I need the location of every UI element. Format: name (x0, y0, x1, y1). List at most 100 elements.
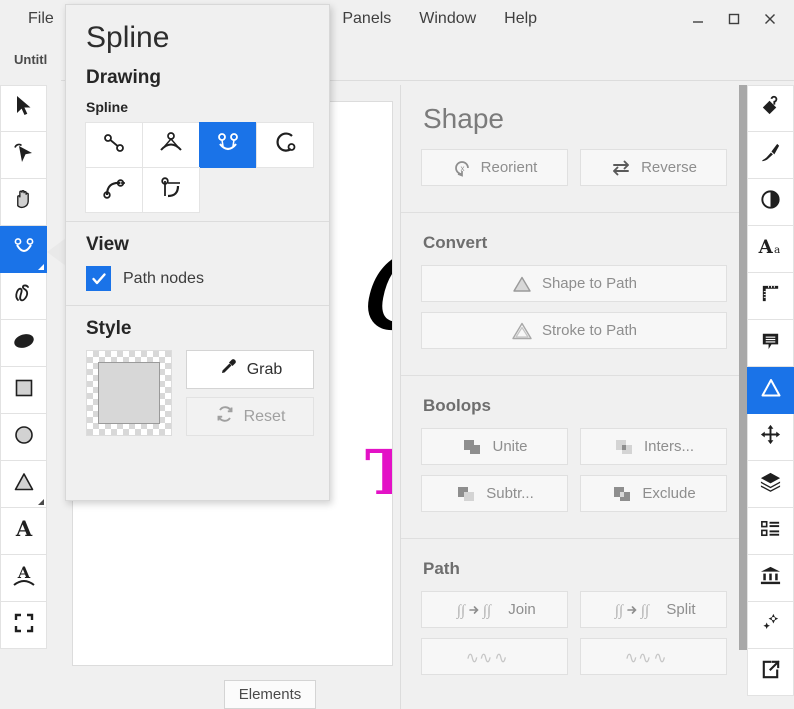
artwork-tagline-text: TA (365, 442, 392, 504)
eyedropper-icon (218, 357, 238, 382)
sidebar-item-comment[interactable] (747, 320, 794, 367)
sidebar-item-transform-move[interactable] (747, 414, 794, 461)
sidebar-item-list[interactable] (747, 508, 794, 555)
sidebar-item-contrast[interactable] (747, 179, 794, 226)
path-extra-left-button[interactable]: ∿∿ ∿ (421, 638, 568, 675)
panel-scrollbar-thumb[interactable] (739, 85, 747, 650)
svg-text:∿: ∿ (494, 650, 507, 666)
sidebar-item-select-tool[interactable] (0, 85, 47, 132)
svg-text:x: x (460, 164, 464, 173)
sidebar-item-freehand-tool[interactable] (0, 273, 47, 320)
svg-text:∿∿: ∿∿ (467, 650, 492, 666)
sidebar-item-layers[interactable] (747, 461, 794, 508)
close-button[interactable] (752, 0, 788, 37)
path-section: Path ∫∫ ∫∫ Join ∫∫ ∫∫ Split ∿∿ ∿ ∿∿ ∿ (401, 538, 747, 701)
brush-icon (759, 141, 782, 169)
spline-mode-peak-node[interactable] (142, 122, 200, 168)
scribble-icon (12, 282, 36, 311)
menu-item-help[interactable]: Help (490, 0, 551, 37)
intersect-button[interactable]: Inters... (580, 428, 727, 465)
split-button[interactable]: ∫∫ ∫∫ Split (580, 591, 727, 628)
grab-label: Grab (246, 360, 283, 378)
circle-icon (12, 423, 36, 452)
reset-button[interactable]: Reset (186, 397, 314, 436)
sidebar-item-ellipse-blob-tool[interactable] (0, 320, 47, 367)
sidebar-item-library[interactable] (747, 555, 794, 602)
submenu-indicator-icon (38, 264, 44, 270)
minimize-button[interactable] (680, 0, 716, 37)
maximize-button[interactable] (716, 0, 752, 37)
reorient-button[interactable]: x Reorient (421, 149, 568, 186)
path-extra-right-button[interactable]: ∿∿ ∿ (580, 638, 727, 675)
sidebar-item-export[interactable] (747, 649, 794, 696)
shape-panel-icon (759, 376, 783, 405)
svg-text:∫∫: ∫∫ (482, 603, 493, 619)
split-label: Split (666, 601, 696, 618)
sidebar-item-ellipse-tool[interactable] (0, 414, 47, 461)
elements-button[interactable]: Elements (224, 680, 316, 709)
reset-label: Reset (243, 407, 286, 425)
sidebar-item-brush[interactable] (747, 132, 794, 179)
reverse-arrows-icon (610, 159, 632, 177)
sidebar-item-fill[interactable] (747, 85, 794, 132)
shape-action-row: x Reorient Reverse (421, 149, 727, 186)
sidebar-item-text-tool[interactable]: A (0, 508, 47, 555)
boolops-row-2: Subtr... Exclude (421, 475, 727, 512)
style-color-swatch[interactable] (86, 350, 172, 436)
stroke-to-path-button[interactable]: Stroke to Path (421, 312, 727, 349)
path-nodes-checkbox-row[interactable]: Path nodes (86, 266, 329, 291)
spline-mode-bezier-handle[interactable] (85, 167, 143, 213)
shape-to-path-button[interactable]: Shape to Path (421, 265, 727, 302)
sidebar-item-spline-tool[interactable] (0, 226, 47, 273)
path-join-icon: ∫∫ ∫∫ (453, 601, 499, 619)
path-nodes-checkbox[interactable] (86, 266, 111, 291)
sidebar-item-polygon-tool[interactable] (0, 461, 47, 508)
document-tab[interactable]: Untitl (0, 37, 62, 81)
menu-item-file[interactable]: File (14, 0, 68, 37)
hand-icon (11, 187, 36, 217)
spline-mode-line-segment[interactable] (85, 122, 143, 168)
svg-text:a: a (774, 244, 780, 256)
subtract-button[interactable]: Subtr... (421, 475, 568, 512)
path-title: Path (423, 559, 460, 578)
popup-title: Spline (86, 21, 170, 54)
menu-item-panels[interactable]: Panels (328, 0, 405, 37)
reverse-button[interactable]: Reverse (580, 149, 727, 186)
application-window: File Edit Object Page Tools Panels Windo… (0, 0, 794, 709)
boolop-unite-icon (461, 437, 483, 457)
square-icon (12, 376, 36, 405)
contrast-icon (759, 188, 782, 216)
sidebar-item-text-on-path-tool[interactable]: A (0, 555, 47, 602)
sidebar-item-pan-tool[interactable] (0, 179, 47, 226)
arc-node-icon (270, 129, 300, 162)
sidebar-item-zoom-fit-tool[interactable] (0, 602, 47, 649)
sidebar-item-node-edit-tool[interactable] (0, 132, 47, 179)
grab-button[interactable]: Grab (186, 350, 314, 389)
panel-scrollbar[interactable] (739, 85, 747, 709)
spline-mode-closed-arc[interactable] (256, 122, 314, 168)
reverse-label: Reverse (641, 159, 697, 176)
style-button-column: Grab Reset (186, 350, 314, 436)
join-button[interactable]: ∫∫ ∫∫ Join (421, 591, 568, 628)
sidebar-item-shape-panel[interactable] (747, 367, 794, 414)
svg-text:A: A (16, 563, 30, 582)
svg-text:∫∫: ∫∫ (456, 603, 467, 619)
exclude-button[interactable]: Exclude (580, 475, 727, 512)
boolops-row-1: Unite Inters... (421, 428, 727, 465)
convert-title: Convert (423, 233, 488, 252)
sidebar-item-typography[interactable]: Aa (747, 226, 794, 273)
letter-a-icon: A (12, 516, 36, 546)
path-row-2: ∿∿ ∿ ∿∿ ∿ (421, 638, 727, 675)
unite-button[interactable]: Unite (421, 428, 568, 465)
boolop-intersect-icon (613, 437, 635, 457)
spline-mode-row-1 (85, 122, 329, 168)
spline-mode-corner-curve[interactable] (142, 167, 200, 213)
sidebar-item-rectangle-tool[interactable] (0, 367, 47, 414)
sidebar-item-ruler[interactable] (747, 273, 794, 320)
transform-move-icon (759, 423, 782, 451)
view-section-title: View (86, 234, 129, 255)
sidebar-item-effects[interactable] (747, 602, 794, 649)
spline-options-popup: Spline Drawing Spline View Path nodes St… (65, 4, 330, 501)
spline-mode-smooth-curve[interactable] (199, 122, 257, 168)
menu-item-window[interactable]: Window (405, 0, 490, 37)
